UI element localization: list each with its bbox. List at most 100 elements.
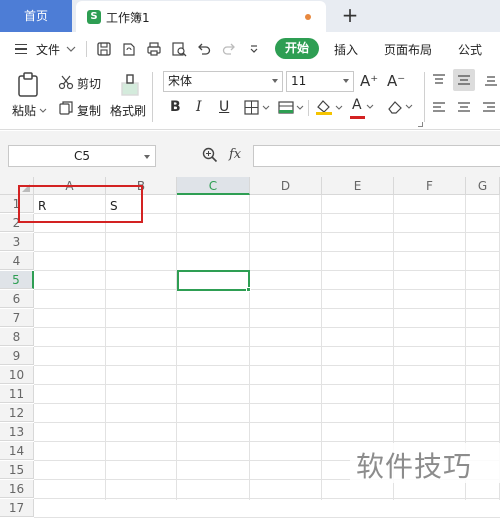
underline-button[interactable]: U: [219, 99, 229, 115]
cut-button[interactable]: 剪切: [77, 75, 101, 92]
row-header-3[interactable]: 3: [0, 233, 34, 251]
copy-icon[interactable]: [58, 100, 74, 116]
align-bottom-icon[interactable]: [484, 73, 498, 87]
bold-button[interactable]: B: [170, 99, 181, 115]
column-header-e[interactable]: E: [322, 177, 394, 195]
row-header-6[interactable]: 6: [0, 290, 34, 308]
fill-handle[interactable]: [246, 287, 251, 292]
row-gridline: [34, 289, 500, 290]
paste-button[interactable]: 粘贴: [12, 102, 36, 119]
row-header-7[interactable]: 7: [0, 309, 34, 327]
font-name-value: 宋体: [168, 74, 193, 88]
row-header-17[interactable]: 17: [0, 499, 34, 517]
new-tab-button[interactable]: +: [338, 3, 362, 27]
chevron-down-icon[interactable]: [366, 104, 376, 112]
format-painter-button[interactable]: 格式刷: [110, 102, 146, 119]
menu-row: 文件 开始 插入 页面布局 公式: [0, 32, 500, 66]
row-gridline: [34, 422, 500, 423]
row-gridline: [34, 346, 500, 347]
divider: [424, 72, 425, 122]
row-gridline: [34, 327, 500, 328]
name-box[interactable]: C5: [8, 145, 156, 167]
menu-file[interactable]: 文件: [36, 41, 60, 58]
print-icon[interactable]: [146, 41, 162, 57]
column-header-g[interactable]: G: [466, 177, 500, 195]
tab-home[interactable]: 首页: [0, 0, 72, 32]
align-center-icon[interactable]: [457, 101, 471, 115]
font-dialog-launcher-icon[interactable]: [418, 122, 423, 127]
row-gridline: [34, 270, 500, 271]
divider: [152, 72, 153, 122]
row-header-16[interactable]: 16: [0, 480, 34, 498]
name-box-value: C5: [73, 149, 90, 163]
italic-button[interactable]: I: [196, 99, 202, 115]
copy-button[interactable]: 复制: [77, 102, 101, 119]
row-gridline: [34, 403, 500, 404]
tab-bar: 首页 S 工作簿1 +: [0, 0, 500, 32]
tab-formulas[interactable]: 公式: [458, 41, 482, 58]
row-gridline: [34, 384, 500, 385]
column-gridline: [249, 195, 250, 500]
tab-page-layout[interactable]: 页面布局: [384, 41, 432, 58]
row-gridline: [34, 441, 500, 442]
row-gridline: [34, 308, 500, 309]
zoom-search-icon[interactable]: [202, 147, 218, 163]
tab-start[interactable]: 开始: [275, 38, 319, 59]
print-preview-icon[interactable]: [171, 41, 187, 57]
fill-format-icon[interactable]: [278, 100, 308, 116]
unsaved-dot-icon: [305, 14, 311, 20]
row-header-13[interactable]: 13: [0, 423, 34, 441]
font-color-button[interactable]: A: [352, 97, 362, 113]
format-painter-icon[interactable]: [119, 73, 141, 99]
font-size-select[interactable]: 11: [286, 71, 354, 92]
row-gridline: [34, 498, 500, 499]
align-left-icon[interactable]: [432, 101, 446, 115]
font-name-select[interactable]: 宋体: [163, 71, 283, 92]
row-header-12[interactable]: 12: [0, 404, 34, 422]
shrink-font-button[interactable]: A⁻: [387, 72, 405, 90]
borders-icon[interactable]: [244, 100, 274, 116]
customize-toolbar-icon[interactable]: [246, 41, 262, 57]
tab-insert[interactable]: 插入: [334, 41, 358, 58]
hamburger-icon[interactable]: [15, 44, 27, 54]
row-header-9[interactable]: 9: [0, 347, 34, 365]
insert-function-button[interactable]: fx: [229, 147, 241, 162]
divider: [308, 100, 309, 116]
font-color-swatch: [350, 116, 365, 119]
grow-font-button[interactable]: A⁺: [360, 72, 378, 90]
cut-icon[interactable]: [58, 74, 74, 90]
row-header-14[interactable]: 14: [0, 442, 34, 460]
ribbon-toolbar: 粘贴 剪切 复制 格式刷 宋体 11 A⁺ A⁻ B I U A: [0, 66, 500, 130]
row-header-10[interactable]: 10: [0, 366, 34, 384]
align-right-icon[interactable]: [482, 101, 496, 115]
align-middle-icon: [458, 75, 470, 85]
undo-icon[interactable]: [196, 41, 212, 57]
row-gridline: [34, 251, 500, 252]
output-pdf-icon[interactable]: [121, 41, 137, 57]
column-header-f[interactable]: F: [394, 177, 466, 195]
row-header-15[interactable]: 15: [0, 461, 34, 479]
row-header-8[interactable]: 8: [0, 328, 34, 346]
column-gridline: [105, 195, 106, 500]
chevron-down-icon[interactable]: [66, 46, 76, 53]
row-header-11[interactable]: 11: [0, 385, 34, 403]
align-middle-button[interactable]: [453, 69, 475, 91]
column-header-d[interactable]: D: [250, 177, 322, 195]
font-size-value: 11: [291, 74, 307, 88]
column-header-c[interactable]: C: [177, 177, 250, 195]
clear-format-icon[interactable]: [386, 99, 416, 115]
redo-icon[interactable]: [221, 41, 237, 57]
align-top-icon[interactable]: [432, 73, 446, 87]
save-icon[interactable]: [96, 41, 112, 57]
chevron-down-icon[interactable]: [39, 108, 47, 114]
row-header-5[interactable]: 5: [0, 271, 34, 289]
paste-icon[interactable]: [16, 72, 40, 98]
watermark-text: 软件技巧: [356, 450, 473, 483]
row-gridline: [34, 232, 500, 233]
selected-cell[interactable]: [177, 270, 250, 291]
fill-color-icon[interactable]: [314, 98, 346, 116]
tab-workbook[interactable]: S 工作簿1: [76, 1, 326, 32]
chevron-down-icon: [272, 79, 278, 83]
row-header-4[interactable]: 4: [0, 252, 34, 270]
formula-input[interactable]: [253, 145, 500, 167]
